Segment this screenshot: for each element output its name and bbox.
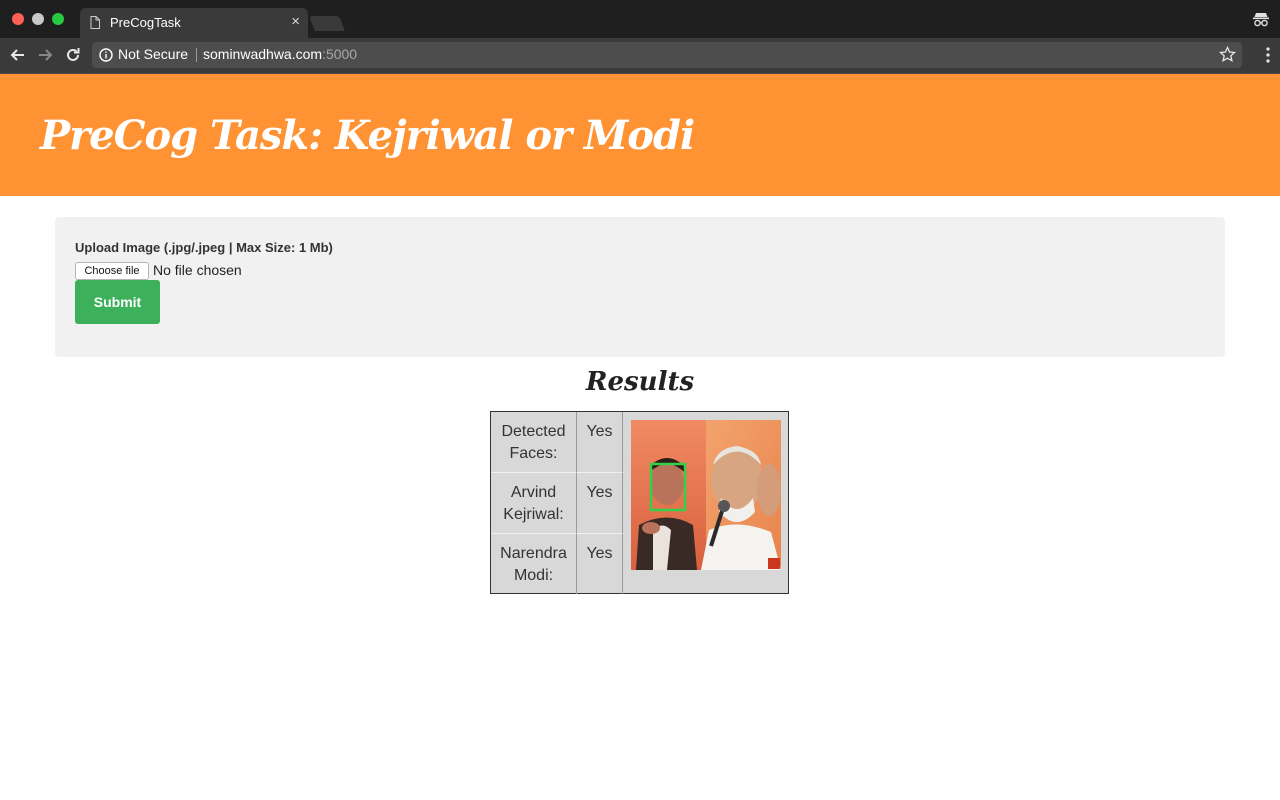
page-header: PreCog Task: Kejriwal or Modi xyxy=(0,74,1280,196)
detected-faces-value: Yes xyxy=(577,412,623,473)
page-title: PreCog Task: Kejriwal or Modi xyxy=(40,112,695,159)
address-separator xyxy=(196,48,197,62)
browser-menu-icon[interactable] xyxy=(1266,47,1270,63)
kejriwal-value: Yes xyxy=(577,473,623,534)
tab-title: PreCogTask xyxy=(110,15,181,30)
browser-toolbar: Not Secure sominwadhwa.com:5000 xyxy=(0,38,1280,74)
address-bar[interactable]: Not Secure sominwadhwa.com:5000 xyxy=(92,42,1242,68)
browser-tab[interactable]: PreCogTask × xyxy=(80,8,308,38)
maximize-window-button[interactable] xyxy=(52,13,64,25)
detected-faces-label: Detected Faces: xyxy=(491,412,577,473)
results-table: Detected Faces: Yes Arvind Kejriwal: Yes… xyxy=(490,411,789,594)
close-window-button[interactable] xyxy=(12,13,24,25)
results-heading: Results xyxy=(585,367,695,397)
detected-face-photo xyxy=(631,420,781,570)
modi-label: Narendra Modi: xyxy=(491,534,577,594)
security-label: Not Secure xyxy=(118,46,189,62)
submit-button[interactable]: Submit xyxy=(75,280,160,324)
choose-file-button[interactable]: Choose file xyxy=(75,262,149,280)
kejriwal-label: Arvind Kejriwal: xyxy=(491,473,577,534)
tab-close-icon[interactable]: × xyxy=(291,13,300,30)
page-icon xyxy=(90,16,100,29)
modi-value: Yes xyxy=(577,534,623,594)
browser-titlebar: PreCogTask × xyxy=(0,0,1280,38)
forward-arrow-icon[interactable] xyxy=(35,45,55,65)
incognito-icon xyxy=(1253,13,1269,27)
upload-panel: Upload Image (.jpg/.jpeg | Max Size: 1 M… xyxy=(55,217,1225,357)
back-arrow-icon[interactable] xyxy=(8,45,28,65)
minimize-window-button[interactable] xyxy=(32,13,44,25)
reload-icon[interactable] xyxy=(63,45,83,65)
new-tab-button[interactable] xyxy=(309,16,345,31)
file-status-text: No file chosen xyxy=(153,262,242,278)
info-icon[interactable] xyxy=(99,48,113,62)
bookmark-star-icon[interactable] xyxy=(1219,46,1236,63)
url-text[interactable]: sominwadhwa.com:5000 xyxy=(203,46,357,62)
upload-label: Upload Image (.jpg/.jpeg | Max Size: 1 M… xyxy=(75,240,333,255)
